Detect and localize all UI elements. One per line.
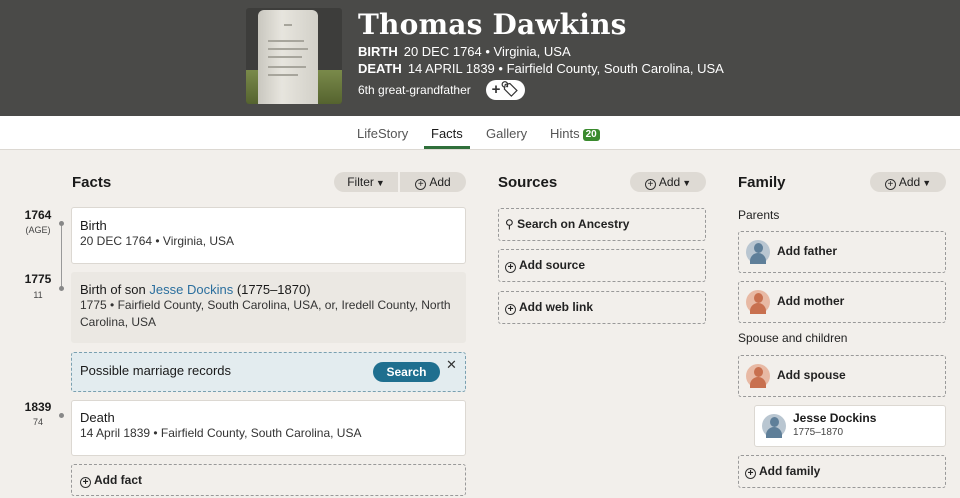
- add-family-label: Add family: [759, 464, 821, 478]
- chevron-down-icon: ▼: [922, 178, 932, 188]
- add-source-menu-button[interactable]: + Add ▼: [630, 172, 706, 192]
- fact-title: Birth of son Jesse Dockins (1775–1870): [80, 282, 457, 297]
- hints-count-badge: 20: [582, 129, 600, 141]
- add-tag-button[interactable]: +🏷: [486, 80, 525, 100]
- add-family-button[interactable]: + Add family: [738, 455, 946, 488]
- search-icon: ⚲: [505, 217, 514, 231]
- add-source-label: Add source: [519, 258, 586, 272]
- add-mother-button[interactable]: Add mother: [738, 281, 946, 323]
- add-fact-top-button[interactable]: + Add: [400, 172, 466, 192]
- active-tab-indicator: [424, 146, 470, 149]
- add-label: Add: [429, 175, 451, 189]
- tab-hints-label: Hints: [550, 126, 580, 141]
- add-fact-button[interactable]: + Add fact: [71, 464, 466, 496]
- fact-detail: 1775 • Fairfield County, South Carolina,…: [80, 298, 451, 329]
- person-name: Thomas Dawkins: [358, 8, 627, 41]
- death-label: DEATH: [358, 61, 402, 76]
- tab-gallery[interactable]: Gallery: [486, 126, 527, 141]
- search-ancestry-button[interactable]: ⚲ Search on Ancestry: [498, 208, 706, 241]
- birth-info: BIRTH 20 DEC 1764 • Virginia, USA: [358, 44, 571, 59]
- fact-card-child-birth[interactable]: Birth of son Jesse Dockins (1775–1870) 1…: [71, 272, 466, 343]
- filter-button[interactable]: Filter ▼: [334, 172, 398, 192]
- close-icon[interactable]: ✕: [446, 357, 457, 373]
- plus-circle-icon: +: [80, 477, 91, 488]
- sources-heading: Sources: [498, 174, 558, 191]
- spouse-children-heading: Spouse and children: [738, 331, 848, 345]
- fact-age: 74: [32, 417, 43, 427]
- child-link[interactable]: Jesse Dockins: [149, 282, 233, 297]
- death-info: DEATH 14 APRIL 1839 • Fairfield County, S…: [358, 61, 724, 76]
- family-heading: Family: [738, 174, 786, 191]
- chevron-down-icon: ▼: [375, 178, 385, 188]
- timeline-dot: [59, 413, 64, 418]
- male-avatar-icon: [746, 240, 770, 264]
- child-card[interactable]: Jesse Dockins 1775–1870: [754, 405, 946, 447]
- male-avatar-icon: [762, 414, 786, 438]
- fact-age: 11: [33, 290, 43, 300]
- add-source-button[interactable]: + Add source: [498, 249, 706, 282]
- timeline-dot: [59, 221, 64, 226]
- search-ancestry-label: Search on Ancestry: [517, 217, 630, 231]
- filter-label: Filter: [347, 175, 374, 189]
- fact-detail: 14 April 1839 • Fairfield County, South …: [80, 426, 362, 440]
- tab-facts[interactable]: Facts: [431, 126, 463, 141]
- fact-title: Death: [80, 410, 115, 425]
- plus-circle-icon: +: [505, 262, 516, 273]
- timeline-line: [61, 224, 62, 290]
- fact-card-death[interactable]: Death 14 April 1839 • Fairfield County, …: [71, 400, 466, 456]
- parents-heading: Parents: [738, 208, 780, 222]
- add-fact-label: Add fact: [94, 473, 142, 487]
- child-years: 1775–1870: [793, 427, 844, 438]
- search-records-button[interactable]: Search: [373, 362, 440, 382]
- add-tag-icon: +🏷: [491, 81, 520, 98]
- fact-title-prefix: Birth of son: [80, 282, 146, 297]
- death-value: 14 APRIL 1839 • Fairfield County, South …: [407, 61, 724, 76]
- plus-circle-icon: +: [884, 179, 896, 190]
- add-label: Add: [898, 175, 921, 189]
- fact-detail: 20 DEC 1764 • Virginia, USA: [80, 234, 235, 248]
- plus-circle-icon: +: [644, 179, 656, 190]
- profile-photo[interactable]: [246, 8, 342, 104]
- fact-year: 1775: [24, 272, 52, 286]
- add-spouse-button[interactable]: Add spouse: [738, 355, 946, 397]
- add-web-link-button[interactable]: + Add web link: [498, 291, 706, 324]
- hint-text: Possible marriage records: [80, 363, 232, 378]
- fact-title: Birth: [80, 218, 107, 233]
- birth-value: 20 DEC 1764 • Virginia, USA: [403, 44, 571, 59]
- fact-card-birth[interactable]: Birth 20 DEC 1764 • Virginia, USA: [71, 207, 466, 264]
- add-family-menu-button[interactable]: + Add ▼: [870, 172, 946, 192]
- plus-circle-icon: +: [745, 468, 756, 479]
- birth-label: BIRTH: [358, 44, 398, 59]
- plus-circle-icon: +: [415, 179, 427, 190]
- plus-circle-icon: +: [505, 304, 516, 315]
- add-label: Add: [658, 175, 681, 189]
- add-spouse-label: Add spouse: [777, 368, 846, 382]
- add-mother-label: Add mother: [777, 294, 845, 308]
- fact-age: (AGE): [25, 225, 51, 235]
- add-web-link-label: Add web link: [519, 300, 594, 314]
- profile-header: Thomas Dawkins BIRTH 20 DEC 1764 • Virgin…: [0, 0, 960, 116]
- timeline-dot: [59, 286, 64, 291]
- child-name: Jesse Dockins: [793, 411, 877, 425]
- marriage-records-hint: Possible marriage records Search ✕: [71, 352, 466, 392]
- tab-hints[interactable]: Hints 20: [550, 126, 600, 141]
- add-father-label: Add father: [777, 244, 837, 258]
- female-avatar-icon: [746, 290, 770, 314]
- relationship-text: 6th great-grandfather: [358, 83, 471, 97]
- female-avatar-icon: [746, 364, 770, 388]
- tab-lifestory[interactable]: LifeStory: [357, 126, 408, 141]
- fact-title-years: (1775–1870): [236, 282, 311, 297]
- chevron-down-icon: ▼: [682, 178, 692, 188]
- fact-year: 1839: [24, 400, 52, 414]
- add-father-button[interactable]: Add father: [738, 231, 946, 273]
- profile-tabs: LifeStory Facts Gallery Hints 20: [0, 116, 960, 150]
- fact-year: 1764: [24, 208, 52, 222]
- facts-heading: Facts: [72, 174, 112, 191]
